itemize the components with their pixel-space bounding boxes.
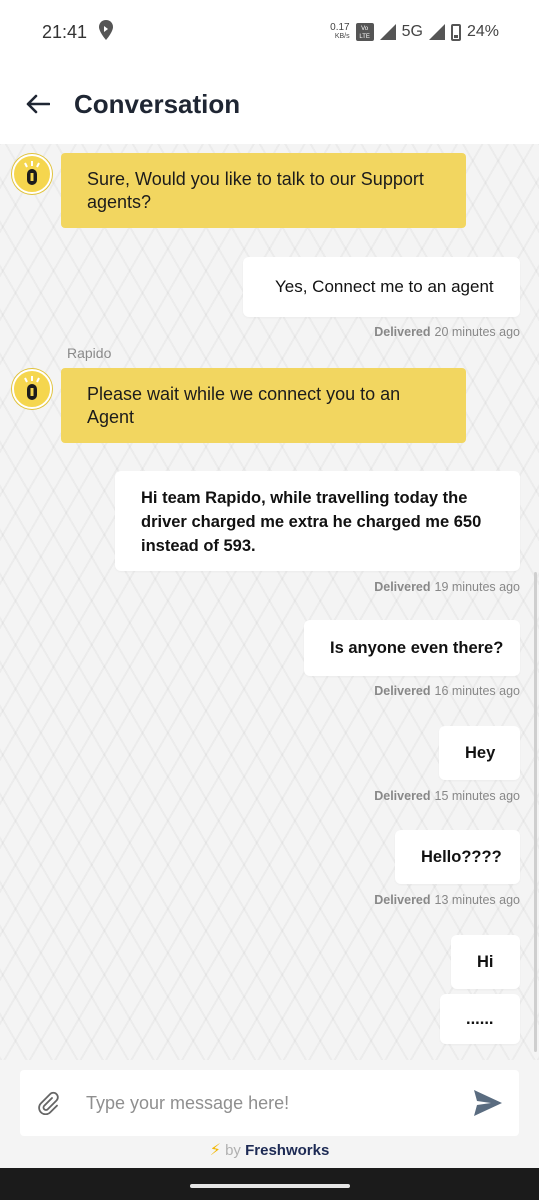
message-meta: Delivered 15 minutes ago xyxy=(374,789,520,803)
user-message: Hi team Rapido, while travelling today t… xyxy=(115,471,520,571)
powered-by: ⚡ by Freshworks xyxy=(209,1142,330,1159)
user-message: Hey xyxy=(439,726,520,780)
bot-message: Please wait while we connect you to an A… xyxy=(61,368,466,443)
status-bar: 21:41 0.17 KB/s Vo LTE 5G 24% xyxy=(0,0,539,64)
battery-icon xyxy=(450,23,461,41)
brand-name: Freshworks xyxy=(245,1142,330,1159)
composer-area: ⚡ by Freshworks xyxy=(0,1060,539,1168)
user-message: ...... xyxy=(440,994,520,1044)
message-meta: Delivered 16 minutes ago xyxy=(374,684,520,698)
signal-icon-2 xyxy=(428,24,445,40)
message-composer xyxy=(20,1070,519,1136)
rapido-bot-icon xyxy=(12,154,52,194)
clock: 21:41 xyxy=(42,21,88,42)
chat-area[interactable]: Sure, Would you like to talk to our Supp… xyxy=(0,144,539,1060)
status-right: 0.17 KB/s Vo LTE 5G 24% xyxy=(330,23,499,41)
user-message: Hi xyxy=(451,935,520,989)
user-message: Hello???? xyxy=(395,830,520,884)
location-icon xyxy=(99,19,114,45)
signal-icon xyxy=(379,24,396,40)
message-meta: Delivered 19 minutes ago xyxy=(374,580,520,594)
navigation-bar xyxy=(0,1168,539,1200)
message-input[interactable] xyxy=(86,1092,471,1114)
net-speed: 0.17 KB/s xyxy=(330,22,350,41)
network-type: 5G xyxy=(401,23,423,40)
back-arrow-icon[interactable] xyxy=(18,84,58,124)
scrollbar[interactable] xyxy=(534,572,537,1052)
user-message: Is anyone even there? xyxy=(304,620,520,676)
status-left: 21:41 xyxy=(42,19,114,45)
app-header: Conversation xyxy=(0,64,539,144)
bot-message: Sure, Would you like to talk to our Supp… xyxy=(61,153,466,228)
send-icon[interactable] xyxy=(471,1086,505,1120)
message-meta: Delivered 13 minutes ago xyxy=(374,893,520,907)
attach-icon[interactable] xyxy=(34,1089,62,1117)
home-handle[interactable] xyxy=(190,1184,350,1188)
bolt-icon: ⚡ xyxy=(209,1142,221,1159)
sender-name: Rapido xyxy=(67,345,112,361)
battery-percent: 24% xyxy=(466,23,499,40)
user-message: Yes, Connect me to an agent xyxy=(243,257,520,317)
page-title: Conversation xyxy=(74,88,241,119)
rapido-bot-icon xyxy=(12,369,52,409)
volte-icon: Vo LTE xyxy=(355,23,374,41)
message-meta: Delivered 20 minutes ago xyxy=(374,325,520,339)
